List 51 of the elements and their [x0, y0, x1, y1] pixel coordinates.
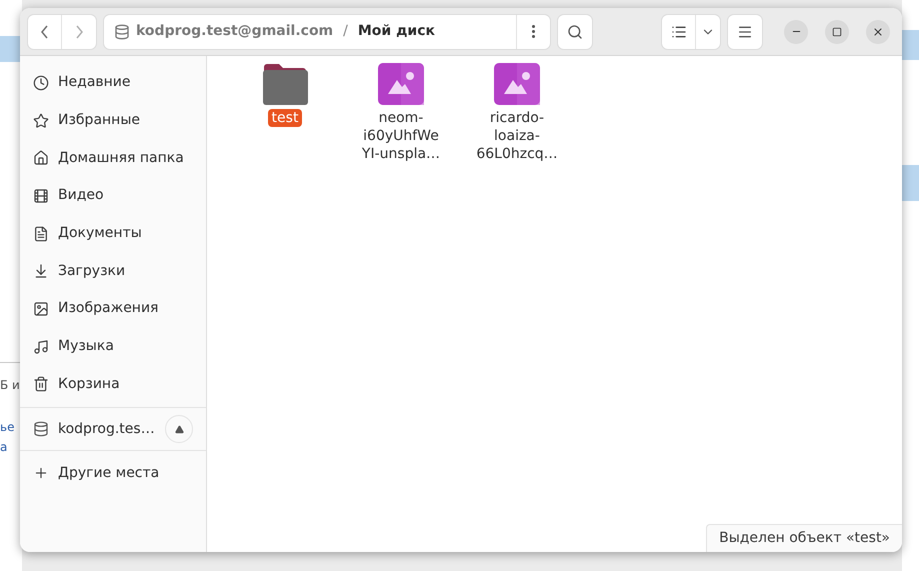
download-icon: [33, 263, 49, 280]
star-icon: [33, 112, 49, 129]
list-icon: [670, 24, 686, 40]
file-name[interactable]: test: [268, 109, 302, 127]
path-segment[interactable]: kodprog.test@gmail.com: [136, 21, 334, 42]
background-text: Б и: [0, 377, 21, 394]
file-name[interactable]: ricardo- loaiza- 66L0hzcq…: [472, 109, 562, 163]
path-separator: /: [343, 22, 348, 41]
sidebar-item[interactable]: Недавние: [20, 64, 206, 102]
film-icon: [33, 188, 49, 204]
sidebar-item[interactable]: Другие места: [20, 451, 206, 496]
sidebar-item[interactable]: Корзина: [20, 366, 206, 404]
file-name[interactable]: neom- i60yUhfWe YI-unspla…: [358, 109, 444, 163]
background-text: ье: [0, 419, 16, 436]
search-icon: [567, 24, 583, 40]
maximize-icon: [832, 26, 842, 36]
sidebar-item[interactable]: kodprog.tes…: [20, 408, 206, 450]
image-icon: [33, 300, 49, 317]
image-file-icon: [494, 63, 540, 105]
document-icon: [33, 226, 49, 242]
back-icon: [41, 24, 48, 38]
sidebar-item[interactable]: Музыка: [20, 328, 206, 366]
drive-icon: [33, 421, 49, 438]
path-segment[interactable]: Мой диск: [358, 21, 436, 42]
home-icon: [33, 150, 49, 166]
image-file-icon: [378, 63, 424, 105]
drive-icon: [114, 24, 130, 40]
close-icon: [872, 26, 884, 38]
clock-icon: [33, 74, 49, 91]
forward-icon: [76, 24, 82, 38]
eject-icon: [174, 424, 184, 434]
menu-icon: [737, 24, 753, 40]
sidebar-item[interactable]: Изображения: [20, 290, 206, 328]
row-highlight: [902, 165, 919, 201]
maximize-button[interactable]: [825, 20, 849, 44]
sidebar-item[interactable]: Видео: [20, 177, 206, 215]
close-button[interactable]: [866, 20, 890, 44]
search-button[interactable]: [558, 14, 592, 48]
sidebar-item[interactable]: Документы: [20, 214, 206, 252]
status-bar: Выделен объект «test»: [706, 524, 902, 552]
music-icon: [33, 338, 49, 355]
background-text: а: [0, 439, 8, 456]
trash-icon: [33, 376, 49, 392]
main-menu-button[interactable]: [728, 14, 762, 48]
row-highlight: [0, 36, 22, 62]
sidebar-item[interactable]: Загрузки: [20, 252, 206, 290]
eject-button[interactable]: [165, 415, 193, 444]
sidebar-item[interactable]: Избранные: [20, 102, 206, 140]
more-icon: [532, 25, 535, 38]
row-highlight: [902, 30, 919, 60]
sidebar-item[interactable]: Домашняя папка: [20, 139, 206, 178]
